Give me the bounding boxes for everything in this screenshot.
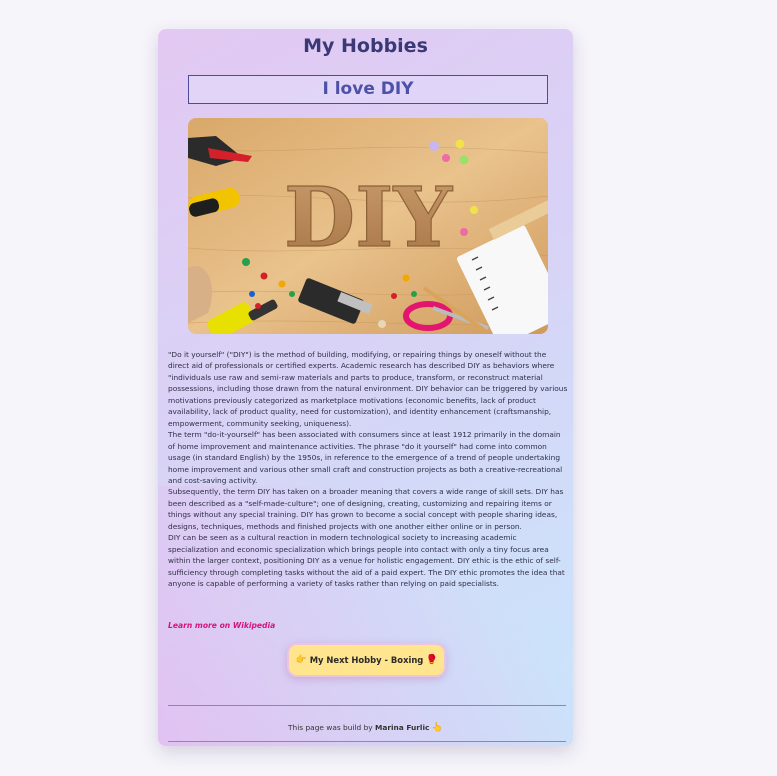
svg-text:DIY: DIY (284, 170, 453, 266)
article-paragraph: The term "do-it-yourself" has been assoc… (168, 430, 563, 485)
diy-article: "Do it yourself" ("DIY") is the method o… (168, 349, 568, 590)
hobby-card: My Hobbies I love DIY DIY "Do it yoursel… (158, 29, 573, 746)
subtitle-box: I love DIY (188, 75, 548, 104)
footer-divider-bottom (168, 741, 566, 742)
article-paragraph: "Do it yourself" ("DIY") is the method o… (168, 350, 568, 428)
diy-hero-image: DIY (188, 118, 548, 334)
pointing-up-icon: 👆 (431, 723, 443, 733)
page-title: My Hobbies (303, 35, 428, 57)
footer: This page was build by Marina Furlic 👆 (158, 723, 573, 733)
wikipedia-link[interactable]: Learn more on Wikipedia (168, 621, 275, 630)
article-paragraph: Subsequently, the term DIY has taken on … (168, 487, 564, 531)
next-hobby-label: My Next Hobby - Boxing (309, 655, 424, 665)
pointing-right-icon: 👉 (295, 654, 307, 665)
footer-author: Marina Furlic (375, 723, 430, 732)
footer-divider-top (168, 705, 566, 706)
subtitle-text: I love DIY (322, 79, 414, 99)
boxing-glove-icon: 🥊 (426, 654, 438, 665)
footer-prefix: This page was build by (288, 723, 375, 732)
next-hobby-button[interactable]: 👉 My Next Hobby - Boxing 🥊 (287, 643, 446, 677)
article-paragraph: DIY can be seen as a cultural reaction i… (168, 533, 565, 589)
